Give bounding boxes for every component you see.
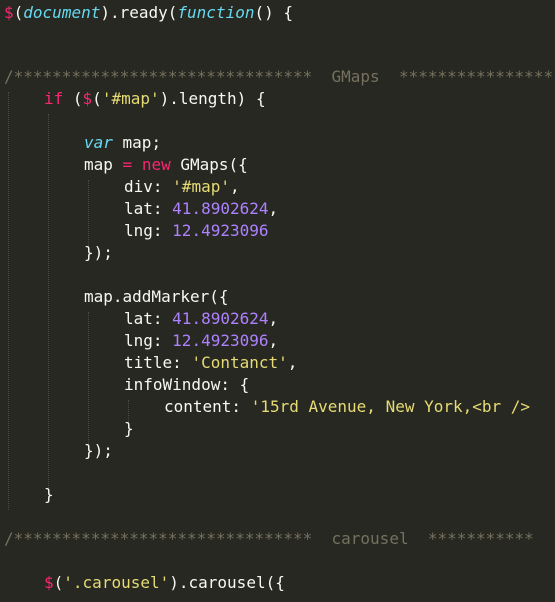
token-selector: '#map' <box>101 89 160 108</box>
token-value: 12.4923096 <box>172 331 269 350</box>
comment-label: carousel <box>331 529 409 548</box>
code-line-lng[interactable]: lng: 12.4923096 <box>124 220 269 242</box>
token-close: }); <box>84 243 113 262</box>
token-ready: ).ready( <box>100 3 178 22</box>
token-comma: , <box>229 177 240 196</box>
code-line-close-marker[interactable]: }); <box>84 440 113 462</box>
code-line-marker-lat[interactable]: lat: 41.8902624, <box>124 308 278 330</box>
token-close: } <box>124 419 134 438</box>
token-map: map <box>84 155 123 174</box>
token-key: lng: <box>124 331 173 350</box>
indent-guide <box>8 92 9 510</box>
token-key: lat: <box>124 309 173 328</box>
token-document: document <box>23 3 101 22</box>
code-line-close-if[interactable]: } <box>44 484 54 506</box>
comment-stars-left: /******************************* <box>4 529 313 548</box>
code-line-if[interactable]: if ($('#map').length) { <box>44 88 266 110</box>
token-comma: , <box>287 353 298 372</box>
token-dollar: $ <box>4 3 14 22</box>
comment-stars-right: *********** <box>427 529 534 548</box>
token-close: } <box>44 485 54 504</box>
comment-stars-right: **************** <box>398 67 554 86</box>
code-editor[interactable]: $(document).ready(function() { /********… <box>0 0 555 602</box>
indent-guide <box>88 180 89 246</box>
token-selector: '.carousel' <box>63 573 170 592</box>
token-map: map; <box>112 133 162 152</box>
token-eq: = <box>122 155 133 174</box>
token-key: lat: <box>124 199 173 218</box>
token-paren: ( <box>13 3 24 22</box>
code-line-content[interactable]: content: '15rd Avenue, New York,<br /> <box>164 396 530 418</box>
token-var: var <box>84 133 113 152</box>
code-line-lat[interactable]: lat: 41.8902624, <box>124 198 278 220</box>
code-line-marker-lng[interactable]: lng: 12.4923096, <box>124 330 278 352</box>
comment-label: GMaps <box>331 67 380 86</box>
token-close: }); <box>84 441 113 460</box>
code-line-new-gmaps[interactable]: map = new GMaps({ <box>84 154 248 176</box>
code-line-info-window[interactable]: infoWindow: { <box>124 374 249 396</box>
code-line-close-gmaps[interactable]: }); <box>84 242 113 264</box>
token-value: 12.4923096 <box>172 221 269 240</box>
token-paren: ( <box>92 89 102 108</box>
code-line-carousel-comment[interactable]: /******************************* carouse… <box>4 528 534 550</box>
token-value: '#map' <box>172 177 230 196</box>
token-rest: () { <box>254 3 293 22</box>
indent-guide <box>88 312 89 444</box>
token-value: '15rd Avenue, New York,<br /> <box>250 397 531 416</box>
indent-guide <box>48 114 49 488</box>
token-value: 'Contanct' <box>191 353 288 372</box>
code-line-add-marker[interactable]: map.addMarker({ <box>84 286 229 308</box>
token-value: 41.8902624 <box>172 199 269 218</box>
token-open: ( <box>63 89 83 108</box>
comment-stars-left: /******************************* <box>4 67 313 86</box>
token-new: new <box>141 155 171 174</box>
code-line-close-info[interactable]: } <box>124 418 134 440</box>
token-carousel: ).carousel({ <box>169 573 285 592</box>
token-dollar: $ <box>44 573 54 592</box>
token-key: div: <box>124 177 173 196</box>
token-key: lng: <box>124 221 173 240</box>
code-line-var[interactable]: var map; <box>84 132 161 154</box>
code-line-marker-title[interactable]: title: 'Contanct', <box>124 352 297 374</box>
token-key: content: <box>164 397 251 416</box>
token-comma: , <box>268 309 279 328</box>
token-comma: , <box>268 199 279 218</box>
code-line-carousel[interactable]: $('.carousel').carousel({ <box>44 572 285 594</box>
token-length: ).length) { <box>159 89 266 108</box>
code-line-1[interactable]: $(document).ready(function() { <box>4 2 293 24</box>
token-function: function <box>177 3 255 22</box>
token-paren: ( <box>53 573 64 592</box>
code-line-div[interactable]: div: '#map', <box>124 176 240 198</box>
token-value: 41.8902624 <box>172 309 269 328</box>
token-dollar: $ <box>82 89 93 108</box>
token-gmaps: GMaps({ <box>170 155 248 174</box>
token-key: infoWindow: { <box>124 375 250 394</box>
token-add-marker: map.addMarker({ <box>84 287 229 306</box>
token-key: title: <box>124 353 192 372</box>
token-if: if <box>44 89 64 108</box>
token-comma: , <box>268 331 279 350</box>
code-line-gmaps-comment[interactable]: /******************************* GMaps *… <box>4 66 553 88</box>
